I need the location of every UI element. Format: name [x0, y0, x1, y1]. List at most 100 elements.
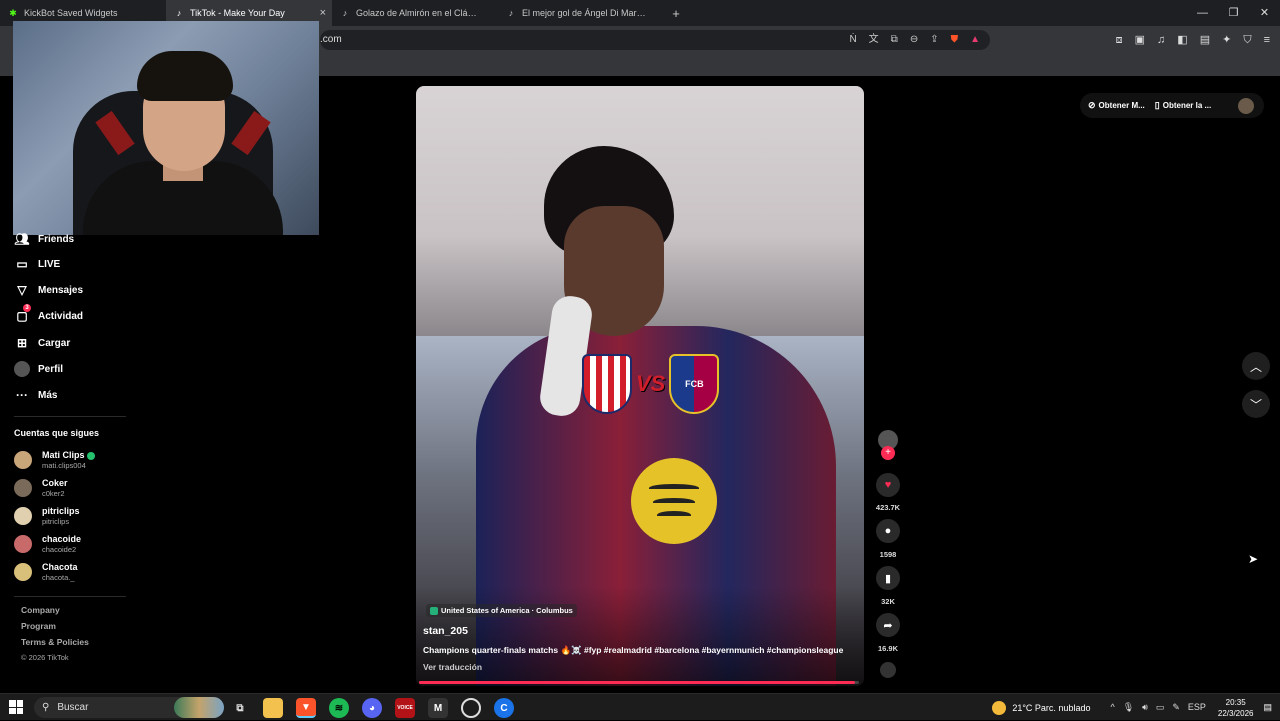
menu-icon[interactable]: ≡ — [1264, 30, 1270, 50]
minimize-icon[interactable]: — — [1187, 0, 1218, 26]
next-video-button[interactable]: ﹀ — [1242, 390, 1270, 418]
following-account[interactable]: Coker c0ker2 — [14, 478, 68, 498]
translate-icon[interactable]: 文 — [869, 30, 879, 50]
task-view-icon[interactable]: ⧉ — [230, 698, 250, 718]
video-progress-fill — [419, 681, 855, 684]
open-external-icon[interactable]: ⧉ — [891, 30, 898, 50]
discord-icon[interactable]: ◕ — [362, 698, 382, 718]
sidebar-toggle-icon[interactable]: ◧ — [1177, 30, 1187, 50]
see-translation-link[interactable]: Ver traducción — [423, 662, 482, 672]
vs-text: VS — [636, 371, 666, 396]
footer-program-link[interactable]: Program — [21, 621, 56, 631]
kickbot-icon: ✱ — [9, 7, 17, 18]
zoom-icon[interactable]: ⊖ — [910, 30, 918, 50]
tab-golazo[interactable]: ♪ Golazo de Almirón en el Clásico del S — [332, 0, 498, 26]
capcut-icon[interactable]: C — [494, 698, 514, 718]
divider — [14, 596, 126, 597]
following-account[interactable]: chacoide chacoide2 — [14, 534, 81, 554]
clock[interactable]: 20:35 22/3/2026 — [1218, 697, 1254, 719]
video-player[interactable]: VS FCB United States of America · Columb… — [416, 86, 864, 686]
address-bar[interactable]: .com Ṅ 文 ⧉ ⊖ ⇪ ⛊ ▲ — [320, 30, 990, 50]
language-indicator[interactable]: ESP — [1188, 702, 1206, 713]
file-explorer-icon[interactable] — [263, 698, 283, 718]
close-icon[interactable]: ✕ — [1249, 0, 1280, 26]
like-count: 423.7K — [875, 503, 901, 512]
get-coins-button[interactable]: ⊘ Obtener M... — [1088, 100, 1145, 111]
sidebar-item-activity[interactable]: ▢ 3 Actividad — [14, 304, 83, 324]
sidebar-item-profile[interactable]: Perfil — [14, 361, 63, 377]
window-controls: — ❐ ✕ — [1187, 0, 1280, 26]
restore-icon[interactable]: ❐ — [1218, 0, 1249, 26]
video-author[interactable]: stan_205 — [423, 625, 468, 637]
brave-browser-icon[interactable]: ▼ — [296, 698, 316, 718]
divider — [14, 416, 126, 417]
weather-widget[interactable]: 21°C Parc. nublado — [992, 700, 1091, 715]
wallet-icon[interactable]: ▤ — [1200, 30, 1210, 50]
share-icon[interactable]: ⇪ — [930, 30, 938, 50]
user-avatar[interactable] — [1238, 97, 1254, 114]
brave-rewards-icon[interactable]: ▲ — [970, 30, 980, 50]
sidebar-item-friends[interactable]: 👥︎ Friends — [14, 231, 74, 247]
coin-icon: ⊘ — [1088, 100, 1096, 110]
following-account[interactable]: Chacota chacota._ — [14, 562, 78, 582]
spotify-icon[interactable]: ≋ — [329, 698, 349, 718]
barcelona-crest: FCB — [669, 354, 720, 414]
like-icon[interactable]: ♥ — [876, 473, 900, 497]
comment-icon[interactable]: ● — [876, 519, 900, 543]
share-icon[interactable]: ➦ — [876, 613, 900, 637]
sidebar-item-live[interactable]: ▭ LIVE — [14, 256, 60, 272]
account-name: Chacota — [42, 562, 78, 572]
tiktok-icon: ♪ — [176, 8, 182, 18]
screenshot-icon[interactable]: ▣ — [1135, 30, 1145, 50]
media-icon[interactable]: ♫ — [1157, 30, 1165, 50]
atletico-crest — [582, 354, 632, 414]
obs-app-icon[interactable]: M — [428, 698, 448, 718]
time-text: 20:35 — [1225, 697, 1246, 707]
following-account[interactable]: Mati Clips mati.clips004 — [14, 450, 95, 470]
video-progress-bar[interactable] — [419, 681, 859, 684]
music-disc-icon[interactable] — [880, 662, 896, 678]
pen-icon[interactable]: ✎ — [1172, 702, 1180, 713]
bookmark-icon[interactable]: ▮ — [876, 566, 900, 590]
get-coins-label: Obtener M... — [1098, 101, 1145, 110]
notifications-icon[interactable]: ▤ — [1263, 702, 1272, 713]
brave-shield-icon[interactable]: ⛊ — [951, 30, 959, 50]
video-caption: Champions quarter-finals matchs 🔥☠️ #fyp… — [423, 645, 844, 655]
reader-icon[interactable]: Ṅ — [849, 30, 856, 50]
obs-studio-icon[interactable] — [461, 698, 481, 718]
chevron-up-icon[interactable]: ^ — [1110, 702, 1114, 713]
follow-plus-icon[interactable]: + — [881, 446, 895, 460]
location-tag[interactable]: United States of America · Columbus — [426, 604, 577, 617]
search-highlight-image — [174, 697, 224, 718]
comment-count: 1598 — [879, 550, 897, 559]
new-tab-button[interactable]: + — [664, 6, 688, 21]
account-handle: c0ker2 — [42, 489, 65, 498]
following-account[interactable]: pitriclips pitriclips — [14, 506, 80, 526]
weather-text: 21°C Parc. nublado — [1012, 702, 1091, 713]
close-tab-icon[interactable]: × — [320, 7, 326, 19]
microphone-icon[interactable]: 🎙︎ — [1123, 702, 1134, 713]
live-icon: ▭ — [16, 257, 28, 271]
sidebar-item-messages[interactable]: ▽ Mensajes — [14, 282, 83, 298]
search-icon: ⚲ — [42, 702, 50, 713]
windows-start-icon[interactable] — [9, 700, 23, 714]
previous-video-button[interactable]: ︿ — [1242, 352, 1270, 380]
get-app-button[interactable]: ▯ Obtener la ... — [1155, 100, 1211, 111]
copyright-text: © 2026 TikTok — [21, 653, 69, 662]
taskbar-search[interactable]: ⚲ Buscar — [34, 697, 224, 718]
tab-dimaria[interactable]: ♪ El mejor gol de Ángel Di María en Qa — [498, 0, 664, 26]
sidebar-item-label: Perfil — [38, 363, 64, 375]
extensions-icon[interactable]: ⧈ — [1116, 30, 1123, 50]
save-count: 32K — [881, 597, 895, 606]
voicemod-icon[interactable]: VOICE — [395, 698, 415, 718]
footer-company-link[interactable]: Company — [21, 605, 60, 615]
sidebar-item-more[interactable]: ··· Más — [14, 387, 57, 403]
phone-icon: ▯ — [1154, 100, 1160, 110]
leo-ai-icon[interactable]: ✦ — [1222, 30, 1231, 50]
footer-terms-link[interactable]: Terms & Policies — [21, 637, 89, 647]
vpn-icon[interactable]: ⛉ — [1243, 30, 1251, 50]
sidebar-item-upload[interactable]: ⊞ Cargar — [14, 335, 70, 351]
network-icon[interactable]: ▭ — [1156, 702, 1165, 713]
more-icon: ··· — [16, 388, 28, 402]
volume-icon[interactable]: 🔊︎ — [1142, 702, 1148, 713]
